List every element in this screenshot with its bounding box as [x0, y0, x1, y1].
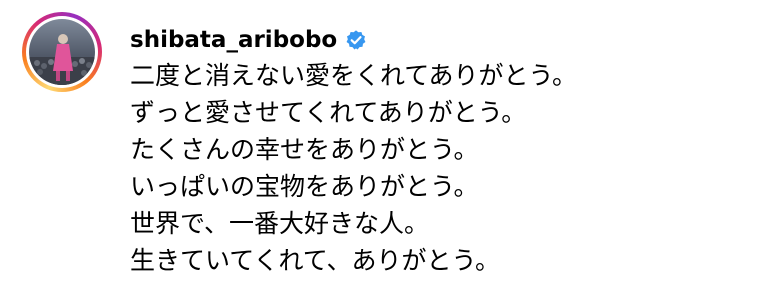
- avatar[interactable]: [29, 19, 95, 85]
- post-header: shibata_aribobo: [130, 24, 770, 56]
- story-ring[interactable]: [22, 12, 102, 92]
- caption-line: たくさんの幸せをありがとう。: [130, 135, 479, 164]
- caption-line: 二度と消えない愛をくれてありがとう。: [130, 61, 578, 90]
- username-link[interactable]: shibata_aribobo: [130, 27, 337, 53]
- instagram-post: shibata_aribobo 二度と消えない愛をくれてありがとう。 ずっと愛さ…: [22, 12, 772, 282]
- caption-line: ずっと愛させてくれてありがとう。: [130, 98, 527, 127]
- verified-badge-icon: [345, 29, 367, 51]
- post-content: shibata_aribobo 二度と消えない愛をくれてありがとう。 ずっと愛さ…: [130, 24, 770, 279]
- caption-line: 世界で、一番大好きな人。: [130, 209, 430, 238]
- profile-photo-icon: [29, 19, 95, 85]
- caption-line: 生きていてくれて、ありがとう。: [130, 246, 501, 275]
- caption-line: いっぱいの宝物をありがとう。: [130, 172, 479, 201]
- post-caption: 二度と消えない愛をくれてありがとう。 ずっと愛させてくれてありがとう。 たくさん…: [130, 57, 770, 279]
